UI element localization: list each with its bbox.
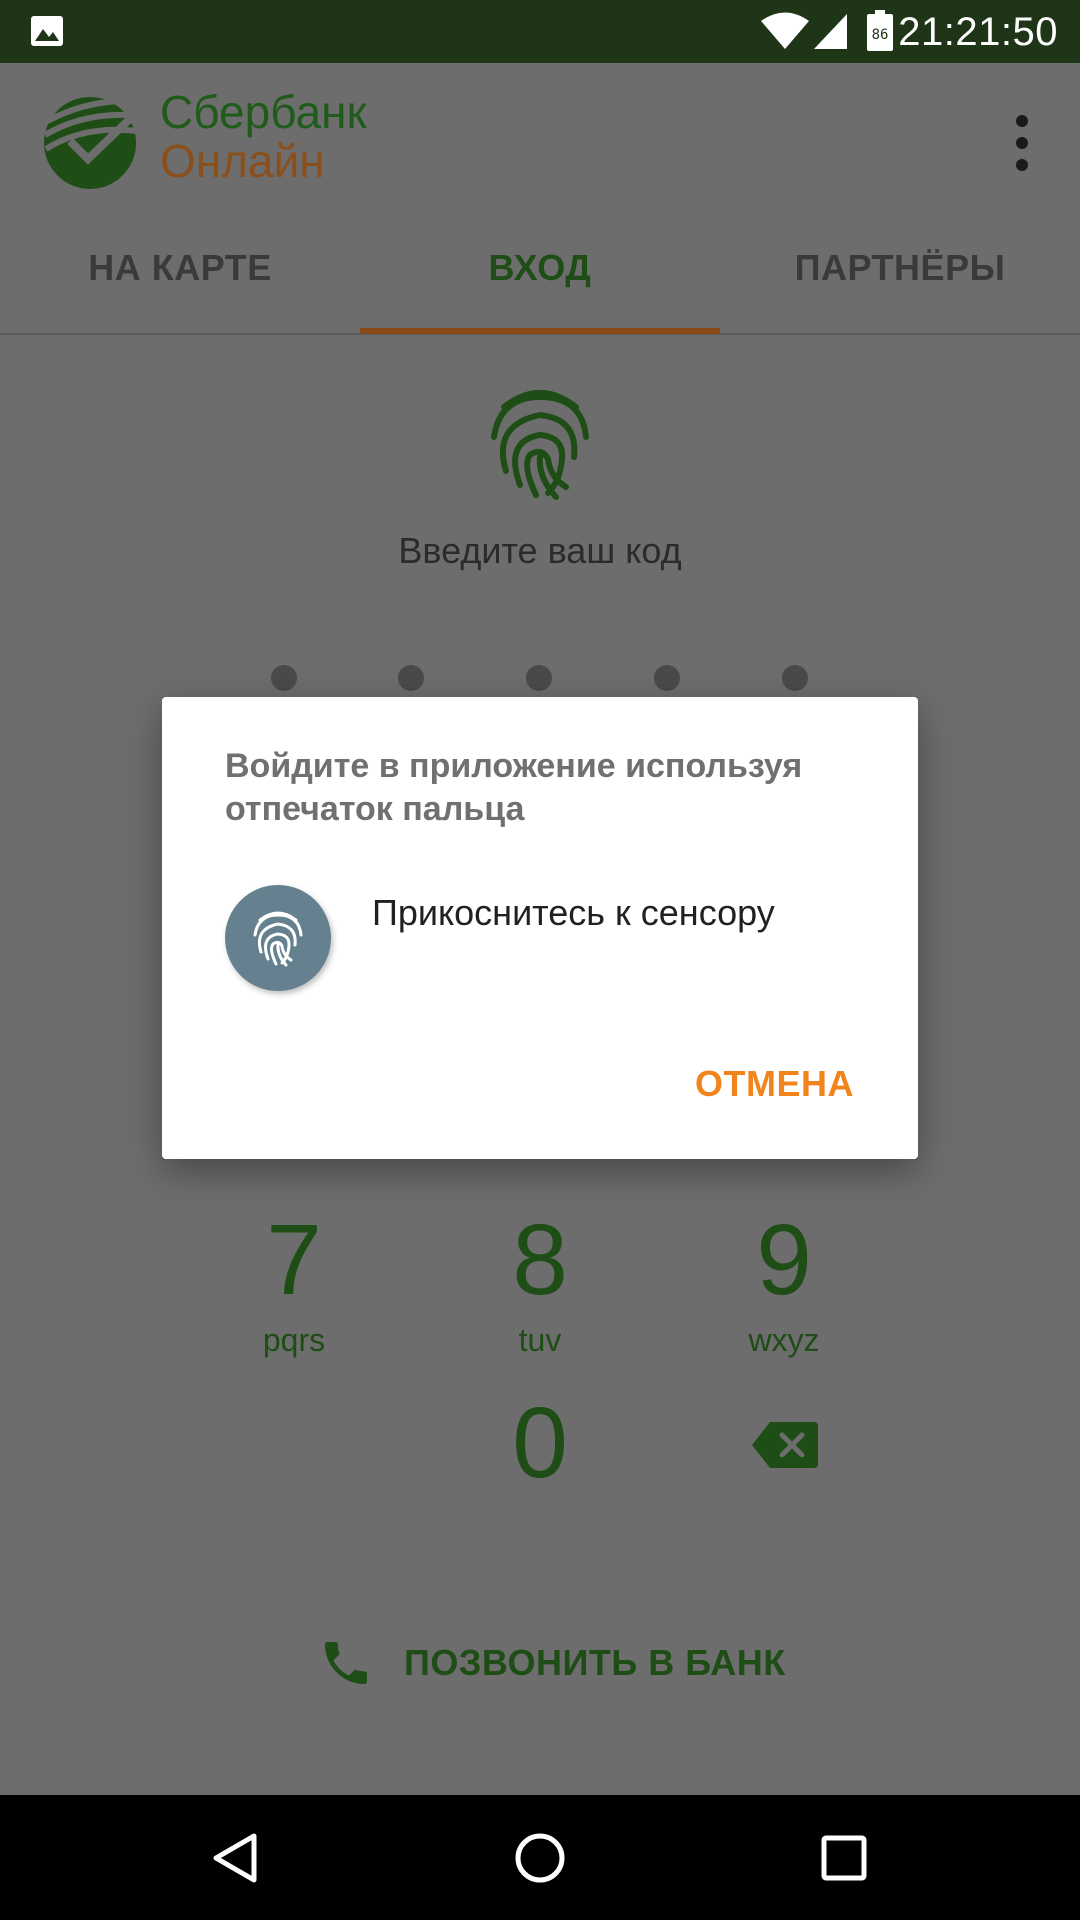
pin-dot [654, 665, 680, 691]
pin-dot [398, 665, 424, 691]
sberbank-logo-icon [43, 97, 139, 189]
keypad-letters: wxyz [748, 1322, 820, 1358]
keypad-letters: pqrs [262, 1322, 326, 1358]
touch-sensor-hint: Прикоснитесь к сенсору [372, 892, 775, 933]
pin-dot [526, 665, 552, 691]
overflow-dot-icon [1016, 137, 1028, 149]
back-icon[interactable] [208, 1830, 264, 1886]
recent-apps-icon[interactable] [816, 1830, 872, 1886]
screen: 86 21:21:50 Сбербанк Онлайн НА КАРТЕ ВХО… [0, 0, 1080, 1920]
battery-level-text: 86 [872, 27, 889, 43]
keypad-letters: tuv [518, 1322, 562, 1358]
fingerprint-icon [253, 911, 303, 967]
tab-partners[interactable]: ПАРТНЁРЫ [720, 228, 1080, 335]
keypad-key-9[interactable]: 9 wxyz [684, 1210, 884, 1359]
tab-bar: НА КАРТЕ ВХОД ПАРТНЁРЫ [0, 228, 1080, 335]
wifi-icon [761, 12, 809, 49]
home-icon[interactable] [512, 1830, 568, 1886]
backspace-icon[interactable] [752, 1422, 818, 1468]
system-nav-bar [0, 1795, 1080, 1920]
fingerprint-dialog: Войдите в приложение используя отпечаток… [162, 697, 918, 1159]
tab-on-map[interactable]: НА КАРТЕ [0, 228, 360, 335]
overflow-menu-button[interactable] [1000, 111, 1044, 175]
active-tab-indicator [360, 328, 720, 334]
pin-dot [782, 665, 808, 691]
image-notification-icon [31, 16, 63, 46]
dialog-fingerprint-badge [225, 885, 331, 991]
brand-name-line2: Онлайн [160, 135, 325, 187]
keypad-key-8[interactable]: 8 tuv [440, 1210, 640, 1359]
pin-dot [271, 665, 297, 691]
brand-name-line1: Сбербанк [160, 86, 367, 138]
app-bar: Сбербанк Онлайн НА КАРТЕ ВХОД ПАРТНЁРЫ [0, 63, 1080, 335]
keypad-digit: 8 [512, 1204, 568, 1316]
keypad-digit: 0 [512, 1387, 568, 1499]
enter-code-prompt: Введите ваш код [398, 530, 682, 571]
dialog-title: Войдите в приложение используя отпечаток… [225, 747, 803, 828]
phone-icon [325, 1642, 367, 1684]
battery-icon: 86 [867, 10, 893, 51]
keypad-digit: 7 [266, 1204, 322, 1316]
status-bar: 86 21:21:50 [0, 0, 1080, 63]
cancel-button[interactable]: ОТМЕНА [695, 1063, 854, 1105]
pin-indicator [0, 665, 1080, 695]
cell-signal-icon [814, 14, 847, 49]
keypad-key-0[interactable]: 0 [440, 1393, 640, 1493]
status-clock: 21:21:50 [898, 10, 1058, 54]
keypad-key-7[interactable]: 7 pqrs [194, 1210, 394, 1359]
call-bank-label: ПОЗВОНИТЬ В БАНК [404, 1642, 786, 1683]
keypad-digit: 9 [756, 1204, 812, 1316]
fingerprint-icon[interactable] [486, 385, 594, 500]
tab-login[interactable]: ВХОД [360, 228, 720, 335]
overflow-dot-icon [1016, 115, 1028, 127]
overflow-dot-icon [1016, 159, 1028, 171]
